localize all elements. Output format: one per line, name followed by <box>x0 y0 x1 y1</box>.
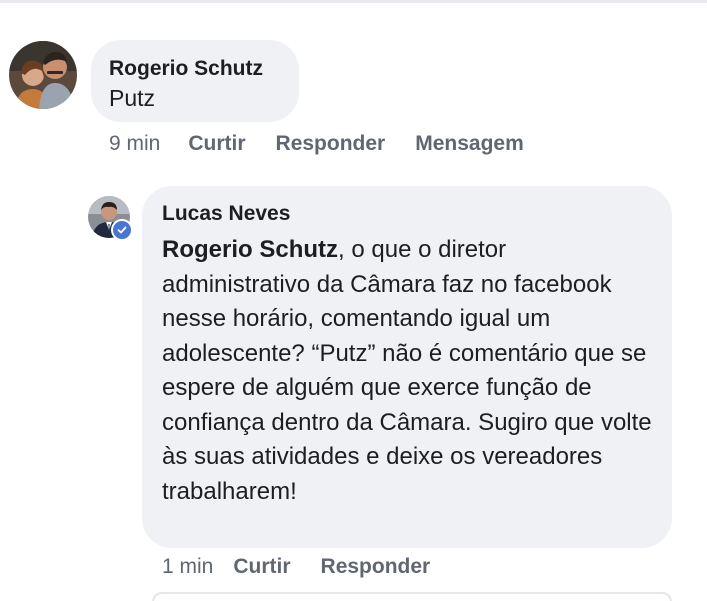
comment-actions: 9 min Curtir Responder Mensagem <box>109 132 524 156</box>
avatar-rogerio-schutz[interactable] <box>9 41 77 109</box>
top-divider <box>0 0 707 3</box>
comment-text: Putz <box>109 85 156 111</box>
comment-author[interactable]: Rogerio Schutz <box>109 56 299 81</box>
reply-button[interactable]: Responder <box>276 132 386 156</box>
reply-button[interactable]: Responder <box>321 555 431 579</box>
comment-timestamp[interactable]: 9 min <box>109 132 160 156</box>
comment-bubble: Rogerio Schutz Putz <box>91 40 299 122</box>
reply-body: , o que o diretor administrativo da Câma… <box>162 236 652 505</box>
like-button[interactable]: Curtir <box>188 132 245 156</box>
reply-bubble: Lucas Neves Rogerio Schutz, o que o dire… <box>142 186 672 548</box>
avatar-lucas-neves[interactable] <box>88 196 133 241</box>
message-button[interactable]: Mensagem <box>415 132 524 156</box>
next-comment-input-edge[interactable] <box>152 592 672 601</box>
reply-author[interactable]: Lucas Neves <box>162 201 652 227</box>
reply-actions: 1 min Curtir Responder <box>162 555 430 579</box>
mention-link[interactable]: Rogerio Schutz <box>162 236 338 263</box>
reply-text: Rogerio Schutz, o que o diretor administ… <box>162 233 652 509</box>
avatar-photo <box>9 41 77 109</box>
reply-timestamp[interactable]: 1 min <box>162 555 213 579</box>
verified-check-icon <box>111 219 133 241</box>
like-button[interactable]: Curtir <box>233 555 290 579</box>
comment-thread: Rogerio Schutz Putz 9 min Curtir Respond… <box>0 0 707 601</box>
